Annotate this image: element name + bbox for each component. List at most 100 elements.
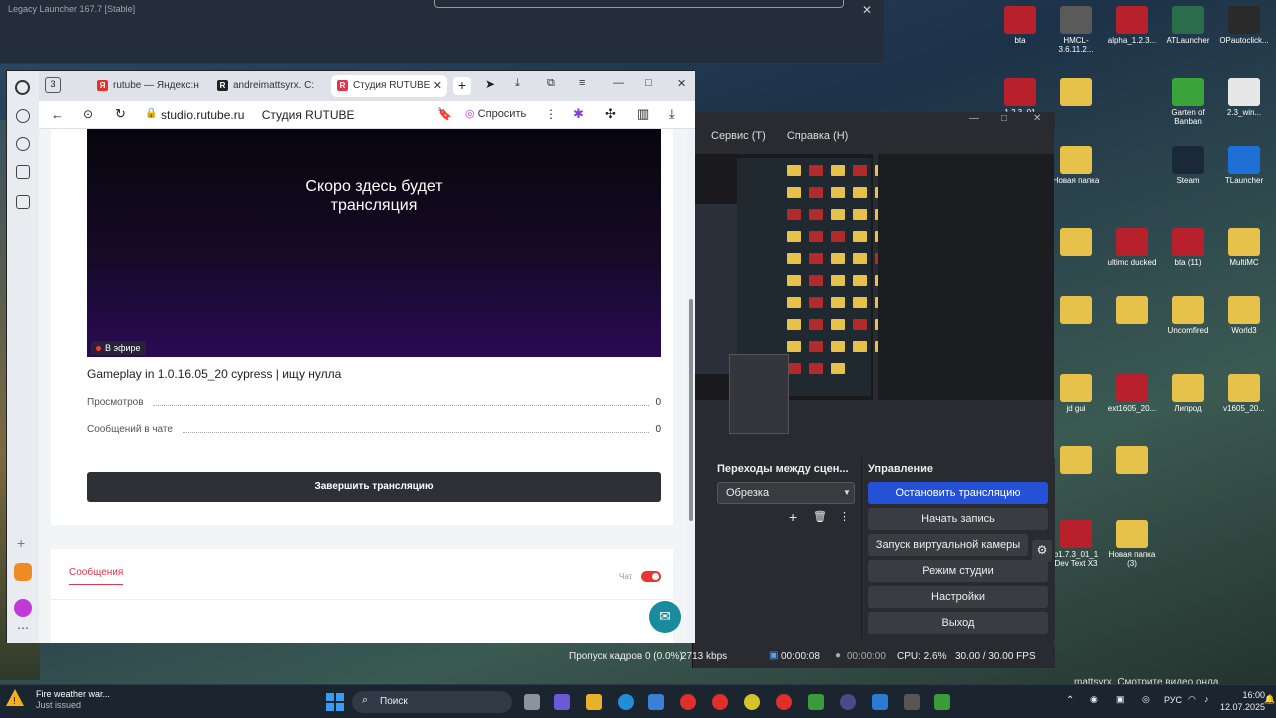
scroll-thumb[interactable] — [689, 299, 693, 521]
taskbar-search[interactable]: ⌕ Поиск — [352, 691, 512, 713]
minecraft-icon[interactable] — [934, 694, 950, 710]
desktop-icon[interactable]: TLauncher — [1216, 146, 1272, 204]
maximize-icon[interactable]: □ — [645, 77, 652, 89]
notification-icon[interactable]: 🔔 — [1264, 694, 1275, 705]
desktop-icon[interactable] — [1048, 446, 1104, 504]
store-icon[interactable] — [648, 694, 664, 710]
settings-button[interactable]: Настройки — [868, 586, 1048, 608]
tab-messages[interactable]: Сообщения — [69, 567, 124, 585]
app-icon[interactable] — [808, 694, 824, 710]
url-field[interactable]: studio.rutube.ru Студия RUTUBE — [161, 104, 481, 126]
gear-icon[interactable]: ⚙ — [1032, 540, 1052, 562]
download-icon[interactable]: ⤓ — [515, 77, 520, 90]
stop-stream-button[interactable]: Остановить трансляцию — [868, 482, 1048, 504]
wifi-icon[interactable]: ◠ — [1188, 694, 1196, 705]
menu-tools[interactable]: Сервис (Т) — [711, 130, 766, 142]
ask-button[interactable]: ◎ Спросить — [465, 107, 526, 120]
desktop-icon[interactable]: MultiMC — [1216, 228, 1272, 286]
background-window[interactable]: Legacy Launcher 167.7 [Stable] ✕ — [0, 0, 884, 64]
extension-icon[interactable]: ✱ — [573, 106, 584, 122]
back-icon[interactable]: ← — [51, 107, 64, 122]
end-stream-button[interactable]: Завершить трансляцию — [87, 472, 661, 502]
chevron-up-icon[interactable]: ⌃ — [1066, 695, 1074, 706]
weather-widget[interactable]: Fire weather war... Just issued — [36, 689, 110, 711]
maximize-icon[interactable]: □ — [1001, 113, 1007, 124]
download-icon[interactable]: ⤓ — [669, 106, 675, 122]
close-icon[interactable]: ✕ — [1033, 113, 1041, 124]
close-icon[interactable]: ✕ — [433, 79, 442, 92]
desktop-icon[interactable]: World3 — [1216, 296, 1272, 354]
chat-toggle[interactable] — [641, 571, 661, 582]
desktop-icon[interactable]: 2.3_win... — [1216, 78, 1272, 136]
tray-icon[interactable]: ◎ — [1142, 694, 1150, 705]
edge-icon[interactable] — [618, 694, 634, 710]
chat-bubble-icon[interactable]: ✉ — [649, 601, 681, 633]
tab-rutube-studio[interactable]: R Студия RUTUBE ✕ — [331, 75, 447, 97]
app-icon[interactable] — [872, 694, 888, 710]
new-tab-button[interactable]: + — [453, 77, 471, 95]
bookmark-icon[interactable]: 🔖 — [437, 107, 452, 121]
file-explorer-icon[interactable] — [586, 694, 602, 710]
virtual-camera-button[interactable]: Запуск виртуальной камеры — [868, 534, 1028, 556]
app-icon[interactable] — [14, 563, 32, 581]
more-icon[interactable]: ⋯ — [17, 621, 29, 635]
obs-window[interactable]: — □ ✕ Сервис (Т) Справка (Н) Переходы ме… — [569, 112, 1055, 668]
pip-icon[interactable]: ⧉ — [547, 77, 555, 90]
minimize-icon[interactable]: — — [969, 113, 979, 124]
close-icon[interactable]: ✕ — [677, 77, 686, 90]
desktop-icon[interactable] — [1104, 446, 1160, 504]
history-icon[interactable]: ⊙ — [83, 107, 93, 121]
studio-mode-button[interactable]: Режим студии — [868, 560, 1048, 582]
desktop-icon[interactable]: v1605_20... — [1216, 374, 1272, 432]
desktop-icon[interactable]: b1.7.3_01_1 Dev Text X3 — [1048, 520, 1104, 578]
opera-icon[interactable] — [680, 694, 696, 710]
desktop-icon[interactable]: Новая папка — [1048, 146, 1104, 204]
close-icon[interactable]: ✕ — [862, 3, 872, 17]
obs-preview[interactable] — [693, 154, 889, 434]
desktop-icon[interactable]: HMCL-3.6.11.2... — [1048, 6, 1104, 64]
more-icon[interactable]: ⋮ — [545, 107, 557, 121]
desktop-icon[interactable]: ultimc ducked — [1104, 228, 1160, 286]
tray-icon[interactable]: ◉ — [1090, 694, 1098, 705]
scrollbar[interactable] — [687, 129, 695, 643]
add-icon[interactable]: + — [789, 509, 797, 525]
desktop-icon[interactable]: jd gui — [1048, 374, 1104, 432]
more-icon[interactable]: ⋮ — [839, 510, 850, 523]
desktop-icon[interactable]: bta — [992, 6, 1048, 64]
desktop-icon[interactable] — [1048, 228, 1104, 286]
clock[interactable]: 16:00 12.07.2025 — [1220, 689, 1265, 713]
history-icon[interactable] — [16, 109, 30, 123]
desktop-icon[interactable]: Uncomfired — [1160, 296, 1216, 354]
add-icon[interactable]: + — [17, 535, 25, 551]
desktop-icon[interactable] — [1104, 296, 1160, 354]
desktop-icon[interactable]: OPautoclick... — [1216, 6, 1272, 64]
browser-logo-icon[interactable] — [15, 80, 30, 95]
minimize-icon[interactable]: — — [613, 77, 624, 89]
menu-icon[interactable]: ≡ — [579, 77, 585, 89]
browser-window[interactable]: + ⋯ 3 Я rutube — Яндекс:н R andreimattsy… — [6, 70, 695, 643]
app-icon[interactable] — [744, 694, 760, 710]
language[interactable]: РУС — [1164, 695, 1182, 705]
desktop-icon[interactable]: ext1605_20... — [1104, 374, 1160, 432]
desktop-icon[interactable]: Липрод — [1160, 374, 1216, 432]
tab-yandex[interactable]: Я rutube — Яндекс:н — [91, 75, 209, 97]
windows-start-icon[interactable] — [326, 693, 344, 711]
exit-button[interactable]: Выход — [868, 612, 1048, 634]
desktop-icon[interactable]: Новая папка (3) — [1104, 520, 1160, 578]
yandex-icon[interactable] — [712, 694, 728, 710]
trash-icon[interactable]: 🗑 — [813, 510, 827, 523]
screenshot-icon[interactable] — [16, 195, 30, 209]
video-player[interactable]: Скоро здесь будет трансляция В эфире — [87, 129, 661, 357]
desktop-icon[interactable]: bta (11) — [1160, 228, 1216, 286]
task-view-icon[interactable] — [524, 694, 540, 710]
volume-icon[interactable]: ♪ — [1204, 694, 1209, 704]
desktop-icon[interactable]: Garten of Banban — [1160, 78, 1216, 136]
desktop-icon[interactable] — [1048, 296, 1104, 354]
badge-66-icon[interactable] — [16, 165, 30, 179]
app-icon[interactable] — [904, 694, 920, 710]
tab-count[interactable]: 3 — [45, 77, 61, 93]
collections-icon[interactable]: ▥ — [637, 106, 649, 122]
start-recording-button[interactable]: Начать запись — [868, 508, 1048, 530]
desktop-icon[interactable]: alpha_1.2.3... — [1104, 6, 1160, 64]
transition-select[interactable]: Обрезка — [717, 482, 855, 504]
